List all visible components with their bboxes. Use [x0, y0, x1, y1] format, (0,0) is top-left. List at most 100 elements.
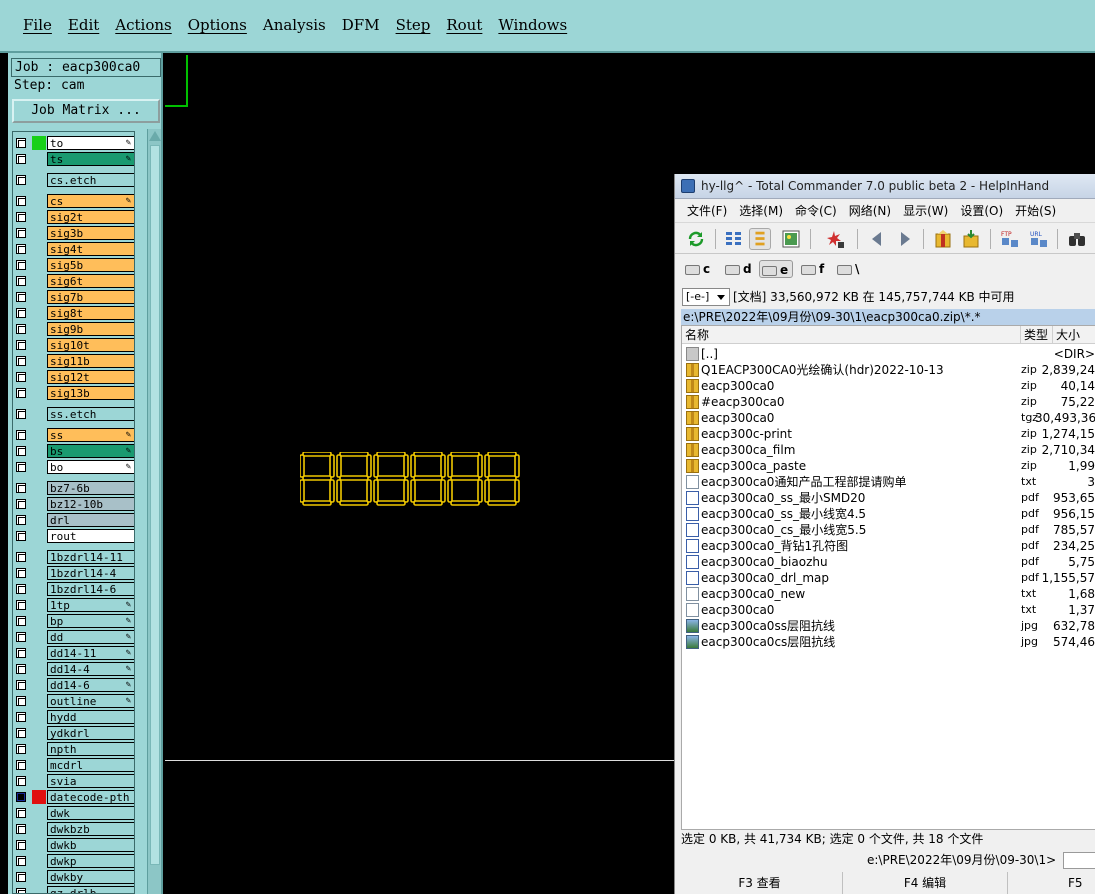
layer-affected-checkbox[interactable]: [16, 856, 26, 866]
layer-name[interactable]: dwkbzb: [47, 822, 134, 836]
layer-name[interactable]: sig12t: [47, 370, 134, 384]
layer-affected-checkbox[interactable]: [16, 409, 26, 419]
layer-display-swatch[interactable]: [32, 322, 46, 336]
layer-name[interactable]: cs.etch: [47, 173, 134, 187]
layer-name[interactable]: ydkdrl: [47, 726, 134, 740]
tc-menu-item[interactable]: 网络(N): [849, 204, 891, 218]
layer-name[interactable]: svia: [47, 774, 134, 788]
file-row[interactable]: eacp300ca0cs层阻抗线 jpg 574,46: [682, 634, 1095, 650]
layer-row[interactable]: sig8t: [13, 306, 134, 320]
layer-row[interactable]: sig4t: [13, 242, 134, 256]
binoculars-search-icon[interactable]: [1066, 228, 1088, 250]
layer-row[interactable]: mcdrl: [13, 758, 134, 772]
layer-display-swatch[interactable]: [32, 582, 46, 596]
tc-menu-item[interactable]: 命令(C): [795, 204, 837, 218]
layer-display-swatch[interactable]: [32, 136, 46, 150]
layer-display-swatch[interactable]: [32, 550, 46, 564]
layer-display-swatch[interactable]: [32, 407, 46, 421]
menu-rout[interactable]: Rout: [446, 16, 482, 34]
layer-row[interactable]: dd14-11 ✎: [13, 646, 134, 660]
current-path[interactable]: e:\PRE\2022年\09月份\09-30\1\eacp300ca0.zip…: [681, 309, 1095, 325]
layer-row[interactable]: rout: [13, 529, 134, 543]
layer-list-scrollbar[interactable]: [147, 129, 161, 894]
layer-name[interactable]: dd14-4 ✎: [47, 662, 134, 676]
command-line-input[interactable]: [1063, 852, 1095, 869]
pack-files-icon[interactable]: [932, 228, 954, 250]
drive-select[interactable]: [-e-]: [682, 288, 730, 306]
scroll-up-arrow-icon[interactable]: [149, 131, 161, 141]
file-row[interactable]: eacp300ca0 zip 40,14: [682, 378, 1095, 394]
f4-edit-button[interactable]: F4 编辑: [842, 872, 1007, 894]
layer-name[interactable]: sig8t: [47, 306, 134, 320]
file-row[interactable]: eacp300ca_paste zip 1,99: [682, 458, 1095, 474]
layer-affected-checkbox[interactable]: [16, 372, 26, 382]
layer-affected-checkbox[interactable]: [16, 154, 26, 164]
select-wildcard-icon[interactable]: [825, 228, 847, 250]
layer-name[interactable]: dwkb: [47, 838, 134, 852]
drive-f-button[interactable]: f: [799, 260, 824, 278]
tc-menu-item[interactable]: 文件(F): [687, 204, 727, 218]
file-row[interactable]: eacp300ca0_ss_最小线宽4.5 pdf 956,15: [682, 506, 1095, 522]
layer-name[interactable]: 1bzdrl14-11: [47, 550, 134, 564]
layer-name[interactable]: sig3b: [47, 226, 134, 240]
file-row[interactable]: eacp300ca0 txt 1,37: [682, 602, 1095, 618]
f5-copy-button[interactable]: F5 复: [1007, 872, 1095, 894]
tc-menu-item[interactable]: 开始(S): [1015, 204, 1056, 218]
layer-display-swatch[interactable]: [32, 566, 46, 580]
layer-display-swatch[interactable]: [32, 460, 46, 474]
layer-row[interactable]: bz7-6b: [13, 481, 134, 495]
layer-affected-checkbox[interactable]: [16, 531, 26, 541]
layer-name[interactable]: dwkp: [47, 854, 134, 868]
layer-row[interactable]: datecode-pth: [13, 790, 134, 804]
menu-analysis[interactable]: Analysis: [263, 16, 326, 34]
layer-display-swatch[interactable]: [32, 513, 46, 527]
layer-display-swatch[interactable]: [32, 726, 46, 740]
menu-edit[interactable]: Edit: [68, 16, 99, 34]
layer-name[interactable]: outline ✎: [47, 694, 134, 708]
layer-affected-checkbox[interactable]: [16, 584, 26, 594]
file-row[interactable]: eacp300ca0_背钻1孔符图 pdf 234,25: [682, 538, 1095, 554]
layer-affected-checkbox[interactable]: [16, 462, 26, 472]
layer-display-swatch[interactable]: [32, 152, 46, 166]
file-row[interactable]: eacp300ca0_drl_map pdf 1,155,57: [682, 570, 1095, 586]
layer-affected-checkbox[interactable]: [16, 808, 26, 818]
layer-row[interactable]: 1bzdrl14-6: [13, 582, 134, 596]
layer-affected-checkbox[interactable]: [16, 292, 26, 302]
layer-affected-checkbox[interactable]: [16, 824, 26, 834]
file-row[interactable]: eacp300c-print zip 1,274,15: [682, 426, 1095, 442]
layer-row[interactable]: sig3b: [13, 226, 134, 240]
layer-row[interactable]: sig6t: [13, 274, 134, 288]
network-root-button[interactable]: \: [835, 260, 859, 278]
layer-row[interactable]: dwk: [13, 806, 134, 820]
layer-affected-checkbox[interactable]: [16, 483, 26, 493]
layer-affected-checkbox[interactable]: [16, 680, 26, 690]
layer-name[interactable]: datecode-pth: [47, 790, 134, 804]
layer-display-swatch[interactable]: [32, 662, 46, 676]
layer-affected-checkbox[interactable]: [16, 568, 26, 578]
layer-display-swatch[interactable]: [32, 210, 46, 224]
menu-windows[interactable]: Windows: [498, 16, 567, 34]
layer-row[interactable]: dd ✎: [13, 630, 134, 644]
layer-affected-checkbox[interactable]: [16, 728, 26, 738]
layer-display-swatch[interactable]: [32, 710, 46, 724]
layer-display-swatch[interactable]: [32, 173, 46, 187]
layer-row[interactable]: sig5b: [13, 258, 134, 272]
layer-display-swatch[interactable]: [32, 886, 46, 893]
file-row[interactable]: eacp300ca0_new txt 1,68: [682, 586, 1095, 602]
layer-row[interactable]: ss.etch: [13, 407, 134, 421]
layer-name[interactable]: bz12-10b: [47, 497, 134, 511]
layer-affected-checkbox[interactable]: [16, 430, 26, 440]
layer-affected-checkbox[interactable]: [16, 499, 26, 509]
layer-affected-checkbox[interactable]: [16, 872, 26, 882]
layer-display-swatch[interactable]: [32, 806, 46, 820]
f3-view-button[interactable]: F3 查看: [677, 872, 842, 894]
layer-affected-checkbox[interactable]: [16, 138, 26, 148]
layer-name[interactable]: dd14-11 ✎: [47, 646, 134, 660]
file-list-panel[interactable]: 名称 类型 大小 [..] <DIR> Q1EACP300CA0光绘确认(hdr)2…: [681, 325, 1095, 830]
file-row[interactable]: Q1EACP300CA0光绘确认(hdr)2022-10-13 zip 2,839,…: [682, 362, 1095, 378]
file-row[interactable]: eacp300ca_film zip 2,710,34: [682, 442, 1095, 458]
layer-display-swatch[interactable]: [32, 226, 46, 240]
layer-name[interactable]: to ✎: [47, 136, 134, 150]
layer-row[interactable]: 1tp ✎: [13, 598, 134, 612]
layer-affected-checkbox[interactable]: [16, 324, 26, 334]
